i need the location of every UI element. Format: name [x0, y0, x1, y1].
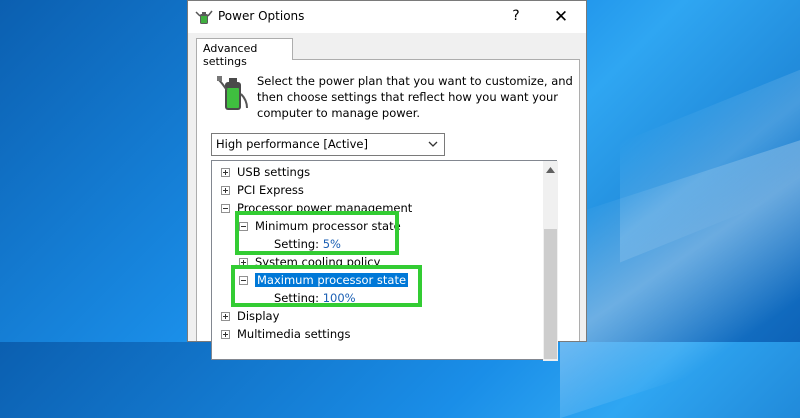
scroll-thumb[interactable] [544, 229, 557, 359]
expand-icon[interactable] [221, 186, 230, 195]
title-bar[interactable]: Power Options ? ✕ [188, 1, 586, 33]
tree-item-label: USB settings [237, 165, 311, 179]
power-options-icon [195, 10, 213, 24]
help-button[interactable]: ? [501, 8, 531, 26]
tree-item-label: Display [237, 309, 280, 323]
highlight-box-maximum-state [231, 265, 422, 307]
expand-icon[interactable] [221, 330, 230, 339]
description-line: Select the power plan that you want to c… [257, 74, 573, 88]
power-plan-dropdown[interactable]: High performance [Active] [211, 133, 445, 156]
expand-icon[interactable] [221, 312, 230, 321]
tab-advanced-settings[interactable]: Advanced settings [196, 38, 293, 68]
scroll-up-arrow-icon[interactable] [546, 167, 555, 173]
window-title: Power Options [218, 9, 305, 23]
tree-item-label: PCI Express [237, 183, 304, 197]
expand-icon[interactable] [221, 168, 230, 177]
highlight-box-minimum-state [235, 211, 399, 255]
battery-plug-icon [217, 76, 248, 110]
chevron-down-icon [428, 141, 438, 147]
collapse-icon[interactable] [221, 204, 230, 213]
tree-scrollbar[interactable] [543, 161, 558, 361]
settings-tree[interactable]: USB settings PCI Express Processor power… [211, 160, 558, 361]
description-line: then choose settings that reflect how yo… [257, 90, 559, 104]
tree-item-label: Multimedia settings [237, 327, 351, 341]
power-plan-selected-value: High performance [Active] [216, 137, 368, 151]
description-line: computer to manage power. [257, 106, 421, 120]
close-button[interactable]: ✕ [546, 7, 576, 27]
plan-description: Select the power plan that you want to c… [257, 73, 573, 121]
